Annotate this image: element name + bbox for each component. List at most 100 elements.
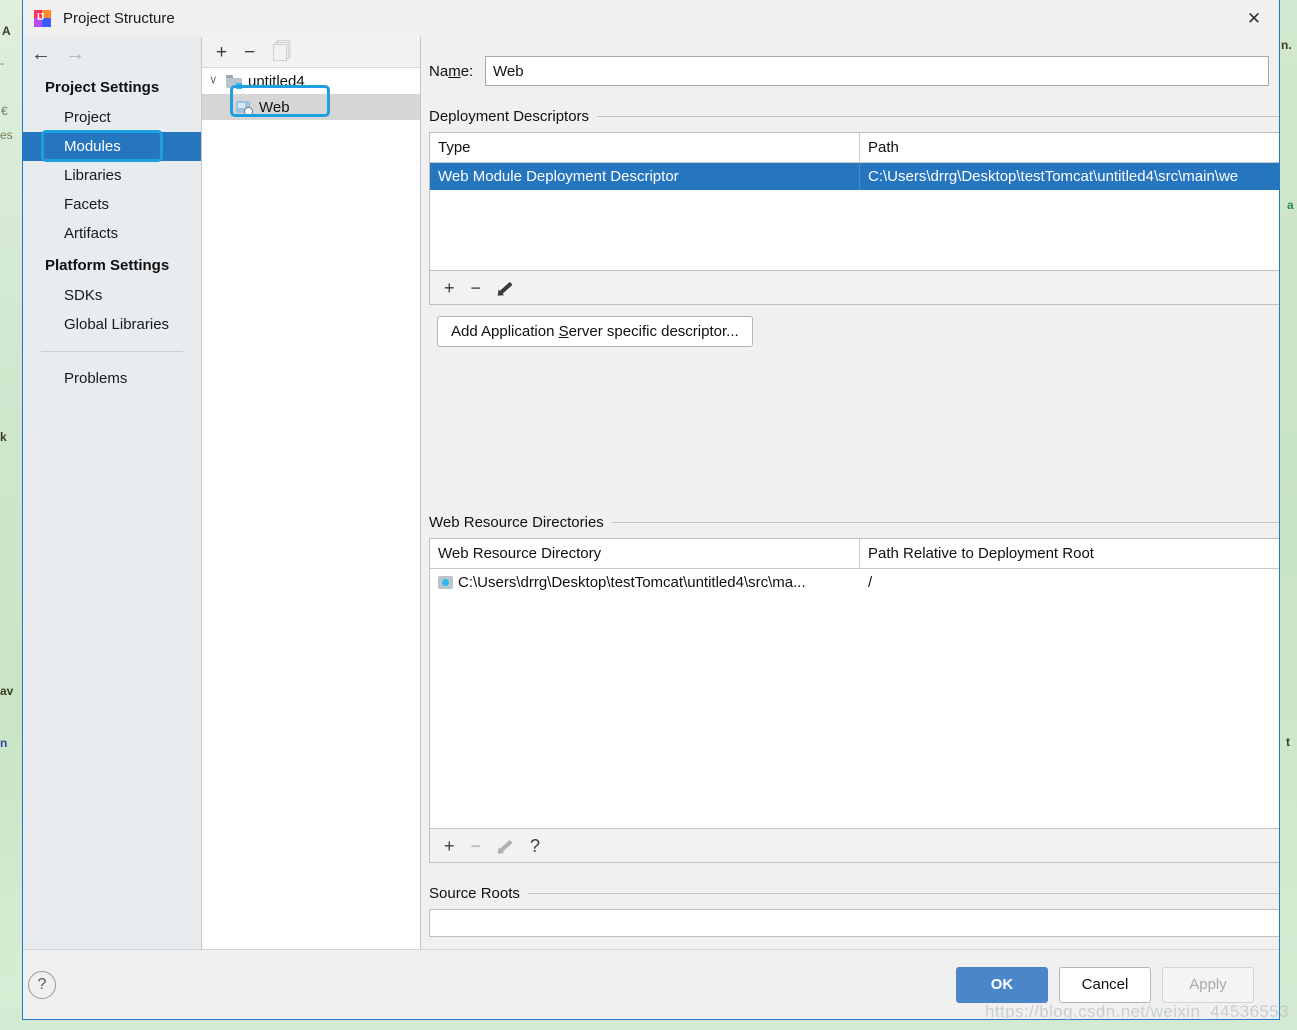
module-name-label: Name: — [429, 63, 485, 80]
web-module-icon — [236, 100, 252, 115]
dialog-footer: ? OK Cancel Apply — [23, 949, 1279, 1019]
web-resource-directories-table: Web Resource Directory Path Relative to … — [429, 538, 1279, 829]
bg-fragment-right-2: a — [1287, 198, 1294, 212]
table-empty-area — [430, 190, 1279, 270]
plus-icon[interactable]: + — [216, 43, 227, 62]
dialog-title: Project Structure — [63, 10, 175, 27]
source-roots-group: Source Roots — [429, 885, 1279, 937]
sidebar-item-project[interactable]: Project — [23, 103, 201, 132]
tree-node-label: untitled4 — [248, 73, 305, 90]
ok-button[interactable]: OK — [956, 967, 1048, 1003]
column-header-path[interactable]: Path — [860, 133, 1279, 163]
source-roots-title: Source Roots — [429, 885, 1279, 902]
table-row[interactable]: Web Module Deployment Descriptor C:\User… — [430, 163, 1279, 190]
pencil-icon[interactable] — [497, 279, 514, 296]
pencil-icon[interactable] — [497, 837, 514, 854]
sidebar-group-platform-settings: Platform Settings — [23, 248, 201, 281]
plus-icon[interactable]: + — [444, 837, 455, 855]
cell-path: C:\Users\drrg\Desktop\testTomcat\untitle… — [860, 163, 1279, 190]
back-arrow-icon[interactable]: ← — [31, 44, 51, 64]
bg-fragment-left-3: es — [0, 128, 13, 142]
sidebar-item-label: Global Libraries — [64, 316, 169, 333]
source-roots-table[interactable] — [429, 909, 1279, 937]
web-resource-directories-group: Web Resource Directories Web Resource Di… — [429, 514, 1279, 863]
group-divider — [528, 893, 1279, 894]
sidebar-item-libraries[interactable]: Libraries — [23, 161, 201, 190]
minus-icon[interactable]: − — [471, 837, 482, 855]
sidebar-item-label: Project — [64, 109, 111, 126]
bg-fragment-left-0: A — [2, 24, 11, 38]
group-divider — [612, 522, 1279, 523]
web-resource-directories-toolbar: + − ? — [429, 829, 1279, 863]
folder-icon — [226, 75, 242, 88]
sidebar-item-label: Problems — [64, 370, 127, 387]
question-mark-icon[interactable]: ? — [28, 971, 56, 999]
add-server-descriptor-wrap: Add Application Server specific descript… — [437, 316, 1279, 347]
bg-fragment-right-0: n. — [1281, 38, 1292, 52]
cell-directory: C:\Users\drrg\Desktop\testTomcat\untitle… — [430, 569, 860, 596]
dialog-body: ← → Project Settings Project Modules Lib… — [23, 37, 1279, 949]
cell-relative-path: / — [860, 569, 1279, 596]
apply-button[interactable]: Apply — [1162, 967, 1254, 1003]
deployment-descriptors-group: Deployment Descriptors Type Path Web Mod… — [429, 108, 1279, 347]
directory-icon — [438, 576, 453, 589]
deployment-descriptors-table: Type Path Web Module Deployment Descript… — [429, 132, 1279, 271]
settings-sidebar: ← → Project Settings Project Modules Lib… — [23, 37, 201, 949]
sidebar-item-label: SDKs — [64, 287, 102, 304]
add-application-server-descriptor-button[interactable]: Add Application Server specific descript… — [437, 316, 753, 347]
bg-fragment-left-1: - — [0, 56, 4, 70]
cell-type: Web Module Deployment Descriptor — [430, 163, 860, 190]
bg-fragment-right-3: t — [1286, 735, 1290, 749]
deployment-descriptors-title: Deployment Descriptors — [429, 108, 1279, 125]
dialog-titlebar: IJ Project Structure ✕ — [23, 0, 1279, 37]
deployment-descriptors-toolbar: + − — [429, 271, 1279, 305]
table-empty-area — [430, 596, 1279, 828]
sidebar-item-global-libraries[interactable]: Global Libraries — [23, 310, 201, 339]
module-settings-content: Name: Deployment Descriptors Type Path W… — [421, 37, 1279, 949]
table-row[interactable]: C:\Users\drrg\Desktop\testTomcat\untitle… — [430, 569, 1279, 596]
sidebar-group-project-settings: Project Settings — [23, 70, 201, 103]
minus-icon[interactable]: − — [471, 279, 482, 297]
sidebar-item-sdks[interactable]: SDKs — [23, 281, 201, 310]
copy-icon[interactable]: 🗍 — [272, 43, 291, 62]
column-header-relative-path[interactable]: Path Relative to Deployment Root — [860, 539, 1279, 569]
sidebar-item-modules[interactable]: Modules — [23, 132, 201, 161]
column-header-type[interactable]: Type — [430, 133, 860, 163]
sidebar-item-artifacts[interactable]: Artifacts — [23, 219, 201, 248]
bg-fragment-left-4: k — [0, 430, 7, 444]
sidebar-divider — [41, 351, 183, 352]
sidebar-item-label: Libraries — [64, 167, 122, 184]
table-header-row: Web Resource Directory Path Relative to … — [430, 539, 1279, 569]
group-divider — [597, 116, 1279, 117]
intellij-idea-icon: IJ — [34, 10, 51, 27]
web-resource-directories-title: Web Resource Directories — [429, 514, 1279, 531]
tree-node-web[interactable]: Web — [202, 94, 420, 120]
close-icon[interactable]: ✕ — [1229, 0, 1279, 37]
cancel-button[interactable]: Cancel — [1059, 967, 1151, 1003]
bg-fragment-left-6: n — [0, 736, 7, 750]
bg-fragment-left-5: av — [0, 684, 13, 698]
module-name-row: Name: — [429, 56, 1279, 86]
cell-directory-text: C:\Users\drrg\Desktop\testTomcat\untitle… — [458, 574, 806, 591]
bg-fragment-left-2: € — [1, 104, 8, 118]
chevron-down-icon[interactable]: ˅ — [210, 73, 224, 89]
sidebar-nav-arrows: ← → — [23, 37, 201, 70]
question-mark-icon[interactable]: ? — [530, 837, 540, 855]
sidebar-item-label: Modules — [64, 138, 121, 155]
plus-icon[interactable]: + — [444, 279, 455, 297]
tree-node-label: Web — [259, 99, 290, 116]
module-tree-panel: + − 🗍 ˅ untitled4 Web — [201, 37, 421, 949]
sidebar-item-label: Artifacts — [64, 225, 118, 242]
sidebar-item-problems[interactable]: Problems — [23, 364, 201, 393]
ide-background-left-strip — [0, 0, 22, 1030]
module-name-input[interactable] — [485, 56, 1269, 86]
table-header-row: Type Path — [430, 133, 1279, 163]
forward-arrow-icon[interactable]: → — [65, 44, 85, 64]
column-header-web-resource-directory[interactable]: Web Resource Directory — [430, 539, 860, 569]
project-structure-dialog: IJ Project Structure ✕ ← → Project Setti… — [22, 0, 1280, 1020]
dialog-action-buttons: OK Cancel Apply — [956, 967, 1254, 1003]
sidebar-item-label: Facets — [64, 196, 109, 213]
tree-node-untitled4[interactable]: ˅ untitled4 — [202, 68, 420, 94]
sidebar-item-facets[interactable]: Facets — [23, 190, 201, 219]
minus-icon[interactable]: − — [244, 43, 255, 62]
